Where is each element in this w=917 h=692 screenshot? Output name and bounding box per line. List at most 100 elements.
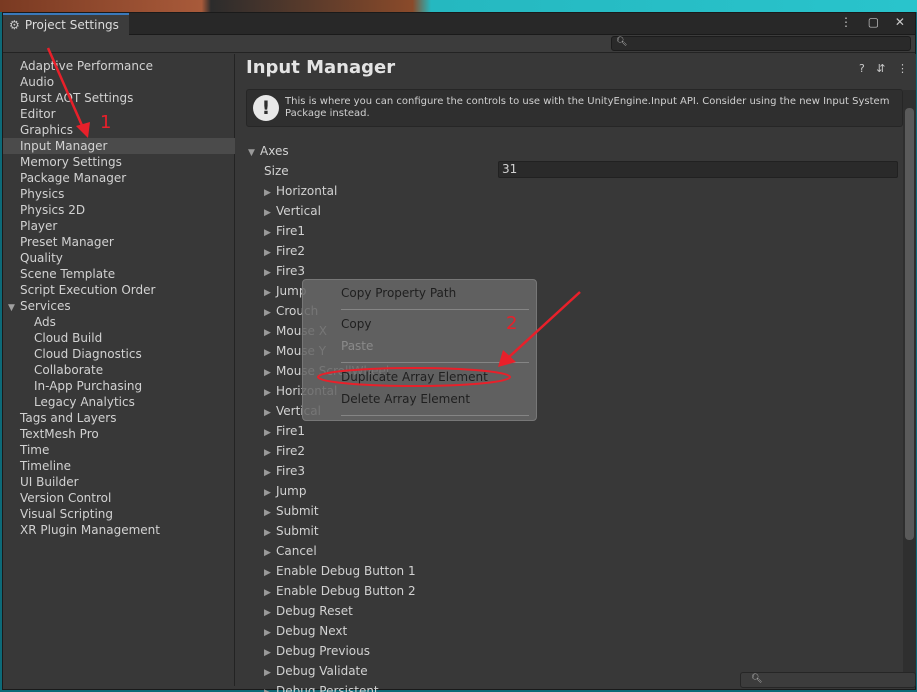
axis-foldout[interactable]: ▶ Enable Debug Button 1 [264,561,416,581]
bottom-search[interactable]: 🔍︎ [740,672,916,688]
sidebar-item[interactable]: Scene Template [3,266,235,282]
annotation-number-2: 2 [506,313,518,334]
scrollbar[interactable] [903,90,916,686]
sidebar-item-label: Version Control [20,491,112,505]
axis-label: Submit [276,524,319,538]
axis-foldout[interactable]: ▶ Cancel [264,541,317,561]
sidebar-item[interactable]: Timeline [3,458,235,474]
axis-foldout[interactable]: ▶ Fire3 [264,461,305,481]
menu-item-delete-array-element[interactable]: Delete Array Element [341,392,470,406]
sidebar-item[interactable]: Package Manager [3,170,235,186]
axes-foldout[interactable]: ▼ Axes [248,141,289,161]
sidebar-item[interactable]: Visual Scripting [3,506,235,522]
sidebar-item[interactable]: Quality [3,250,235,266]
menu-item-copy[interactable]: Copy [341,317,371,331]
sidebar-item[interactable]: TextMesh Pro [3,426,235,442]
sidebar-item[interactable]: Cloud Diagnostics [3,346,235,362]
collapsed-triangle-icon: ▶ [264,348,271,358]
tab-project-settings[interactable]: ⚙ Project Settings [3,13,129,35]
sidebar-item[interactable]: Input Manager [3,138,235,154]
window-controls[interactable]: ⋮ ▢ ✕ [840,15,911,29]
scrollbar-thumb[interactable] [905,108,914,540]
sidebar-item[interactable]: Cloud Build [3,330,235,346]
collapsed-triangle-icon: ▶ [264,508,271,518]
search-input[interactable]: 🔍︎ [611,36,911,51]
sidebar-item-label: Physics 2D [20,203,86,217]
collapsed-triangle-icon: ▶ [264,448,271,458]
axis-foldout[interactable]: ▶ Submit [264,521,319,541]
collapsed-triangle-icon: ▶ [264,208,271,218]
axis-label: Debug Validate [276,664,368,678]
sidebar-item[interactable]: Physics 2D [3,202,235,218]
sidebar-item[interactable]: Script Execution Order [3,282,235,298]
sidebar-item-label: Quality [20,251,63,265]
help-icon[interactable]: ? [859,62,865,75]
axis-label: Enable Debug Button 2 [276,584,416,598]
sidebar-item[interactable]: Preset Manager [3,234,235,250]
sidebar-item-label: Timeline [20,459,72,473]
axis-foldout[interactable]: ▶ Horizontal [264,181,337,201]
axis-foldout[interactable]: ▶ Fire2 [264,441,305,461]
sidebar-item[interactable]: UI Builder [3,474,235,490]
sidebar-item[interactable]: Tags and Layers [3,410,235,426]
axis-foldout[interactable]: ▶ Debug Validate [264,661,368,681]
sidebar-item-label: Scene Template [20,267,116,281]
sidebar-item[interactable]: Editor [3,106,235,122]
sidebar-item-label: Physics [20,187,65,201]
axis-foldout[interactable]: ▶ Fire1 [264,421,305,441]
sidebar-item[interactable]: ▼ Services [3,298,235,314]
sidebar-item[interactable]: Legacy Analytics [3,394,235,410]
help-box: ! This is where you can configure the co… [246,89,903,127]
sidebar-item-label: Editor [20,107,56,121]
axis-foldout[interactable]: ▶ Jump [264,281,306,301]
size-field[interactable]: 31 [498,161,898,178]
presets-icon[interactable]: ⇵ [876,62,885,75]
axis-foldout[interactable]: ▶ Fire2 [264,241,305,261]
sidebar-item[interactable]: XR Plugin Management [3,522,235,538]
sidebar-item-label: Cloud Diagnostics [34,347,142,361]
sidebar-item-label: Burst AOT Settings [20,91,134,105]
axis-foldout[interactable]: ▶ Submit [264,501,319,521]
axis-foldout[interactable]: ▶ Debug Next [264,621,347,641]
axis-foldout[interactable]: ▶ Fire1 [264,221,305,241]
collapsed-triangle-icon: ▶ [264,648,271,658]
sidebar-item-label: Audio [20,75,55,89]
sidebar-item-label: Memory Settings [20,155,122,169]
sidebar-item-label: XR Plugin Management [20,523,160,537]
help-text: This is where you can configure the cont… [285,96,890,119]
sidebar-item[interactable]: Physics [3,186,235,202]
sidebar-item[interactable]: Ads [3,314,235,330]
sidebar-item[interactable]: Audio [3,74,235,90]
axis-label: Fire3 [276,464,306,478]
axis-label: Vertical [276,204,321,218]
axis-foldout[interactable]: ▶Debug Persistent [264,681,379,692]
sidebar-item[interactable]: Time [3,442,235,458]
sidebar-item[interactable]: In-App Purchasing [3,378,235,394]
axis-foldout[interactable]: ▶ Enable Debug Button 2 [264,581,416,601]
sidebar-item-label: Script Execution Order [20,283,156,297]
axis-foldout[interactable]: ▶ Vertical [264,201,321,221]
sidebar-item[interactable]: Version Control [3,490,235,506]
more-icon[interactable]: ⋮ [897,62,908,75]
axis-label: Debug Persistent [276,684,379,692]
axis-foldout[interactable]: ▶ Debug Reset [264,601,353,621]
axis-foldout[interactable]: ▶ Jump [264,481,306,501]
sidebar-item-label: In-App Purchasing [34,379,143,393]
sidebar-item[interactable]: Graphics [3,122,235,138]
collapsed-triangle-icon: ▶ [264,488,271,498]
sidebar-item[interactable]: Burst AOT Settings [3,90,235,106]
sidebar-item-label: Cloud Build [34,331,103,345]
menu-item-copy-property-path[interactable]: Copy Property Path [341,286,456,300]
axis-foldout[interactable]: ▶ Fire3 [264,261,305,281]
menu-separator [341,415,529,416]
axis-foldout[interactable]: ▶ Debug Previous [264,641,370,661]
sidebar-item-label: Preset Manager [20,235,114,249]
context-menu: Copy Property Path Copy Paste Duplicate … [302,279,537,421]
sidebar-item[interactable]: Player [3,218,235,234]
sidebar-item[interactable]: Adaptive Performance [3,58,235,74]
sidebar-item-label: Services [20,299,71,313]
menu-item-duplicate-array-element[interactable]: Duplicate Array Element [341,370,488,384]
sidebar-item[interactable]: Memory Settings [3,154,235,170]
tab-title: Project Settings [24,18,119,32]
sidebar-item[interactable]: Collaborate [3,362,235,378]
